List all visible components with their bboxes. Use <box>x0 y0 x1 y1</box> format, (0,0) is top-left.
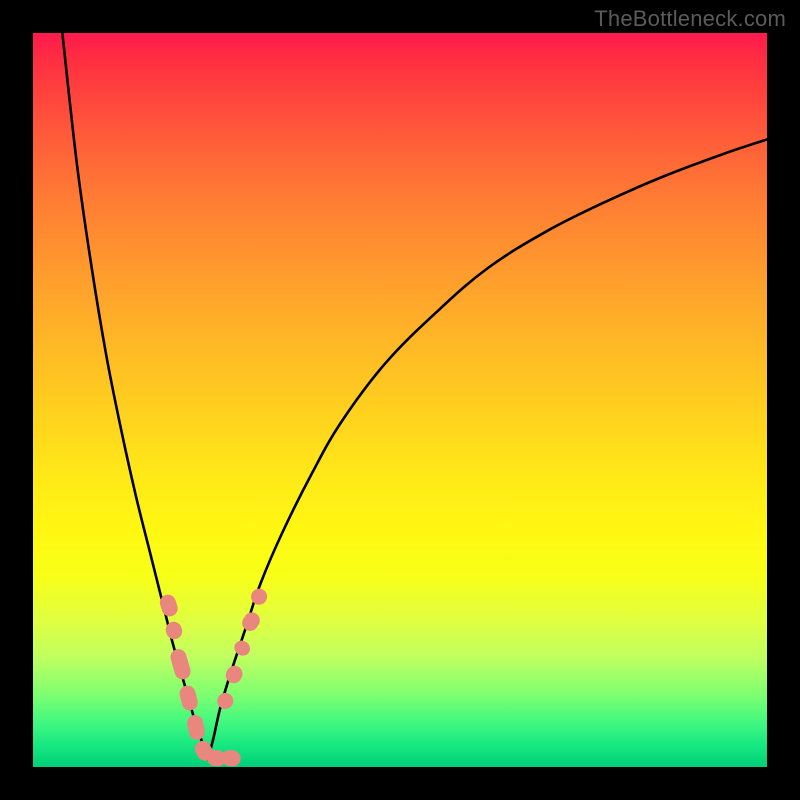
curve-left-branch <box>62 33 207 760</box>
marker-capsule <box>169 647 193 681</box>
marker-capsule <box>178 684 200 712</box>
watermark-text: TheBottleneck.com <box>594 6 786 32</box>
marker-capsule <box>186 713 207 741</box>
plot-area <box>33 33 767 767</box>
marker-capsule <box>221 749 241 767</box>
marker-capsule <box>214 690 236 712</box>
marker-capsule <box>232 638 253 659</box>
marker-capsule <box>223 663 246 686</box>
chart-frame: TheBottleneck.com <box>0 0 800 800</box>
marker-capsule <box>239 609 263 634</box>
chart-svg <box>33 33 767 767</box>
curve-right-branch <box>208 139 767 759</box>
marker-capsule <box>248 585 270 607</box>
curve-layer <box>62 33 767 760</box>
